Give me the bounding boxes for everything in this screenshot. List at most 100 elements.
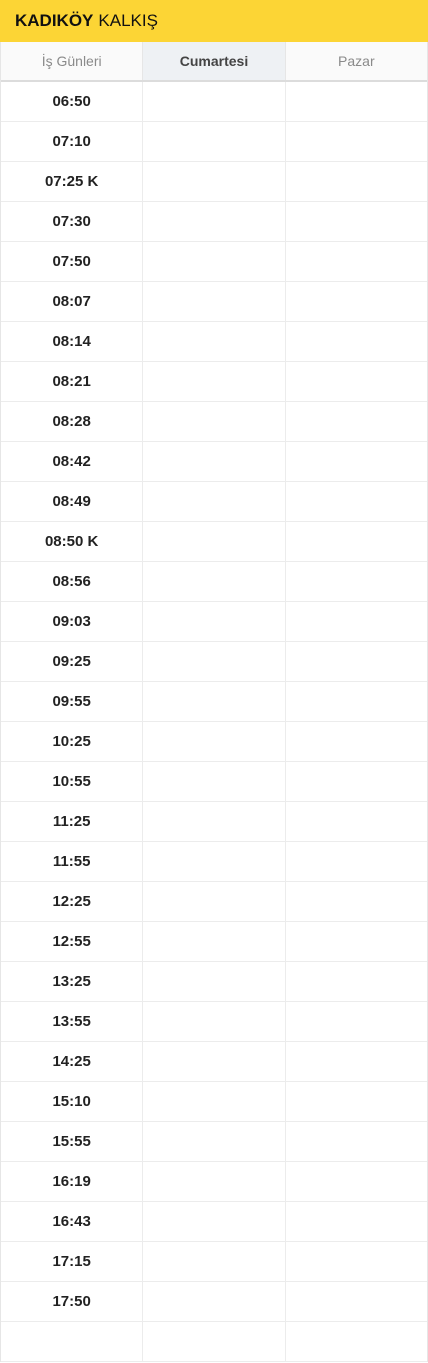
table-row: 13:25 — [1, 962, 427, 1002]
empty-cell — [143, 1282, 286, 1321]
departure-time: 08:49 — [1, 482, 144, 521]
table-row: 09:55 — [1, 682, 427, 722]
departure-time: 14:25 — [1, 1042, 144, 1081]
table-row: 09:25 — [1, 642, 427, 682]
table-row: 09:03 — [1, 602, 427, 642]
departure-time: 15:10 — [1, 1082, 144, 1121]
departure-time: 06:50 — [1, 82, 144, 121]
empty-cell — [143, 442, 286, 481]
empty-cell — [286, 1082, 427, 1121]
empty-cell — [286, 282, 427, 321]
departure-time: 10:25 — [1, 722, 144, 761]
day-tabs: İş Günleri Cumartesi Pazar — [1, 42, 427, 82]
table-row: 12:55 — [1, 922, 427, 962]
empty-cell — [143, 1002, 286, 1041]
empty-cell — [143, 682, 286, 721]
empty-cell — [286, 162, 427, 201]
tab-sunday[interactable]: Pazar — [285, 42, 427, 80]
departure-time: 09:55 — [1, 682, 144, 721]
tab-saturday[interactable]: Cumartesi — [143, 42, 286, 80]
empty-cell — [286, 1042, 427, 1081]
empty-cell — [286, 882, 427, 921]
departure-time: 11:55 — [1, 842, 144, 881]
empty-cell — [143, 82, 286, 121]
table-row: 08:28 — [1, 402, 427, 442]
departure-time: 08:42 — [1, 442, 144, 481]
schedule-table: İş Günleri Cumartesi Pazar 06:50 07:10 07:… — [0, 42, 428, 1362]
empty-cell — [286, 922, 427, 961]
table-row: 07:10 — [1, 122, 427, 162]
table-row: 08:14 — [1, 322, 427, 362]
table-row: 07:50 — [1, 242, 427, 282]
empty-cell — [286, 202, 427, 241]
table-row: 10:55 — [1, 762, 427, 802]
empty-cell — [286, 1202, 427, 1241]
departure-time: 07:30 — [1, 202, 144, 241]
empty-cell — [286, 1002, 427, 1041]
empty-cell — [143, 402, 286, 441]
table-row: 13:55 — [1, 1002, 427, 1042]
empty-cell — [143, 722, 286, 761]
empty-cell — [143, 1122, 286, 1161]
empty-cell — [286, 122, 427, 161]
table-row: 08:50 K — [1, 522, 427, 562]
empty-cell — [286, 842, 427, 881]
empty-cell — [286, 362, 427, 401]
empty-cell — [143, 1202, 286, 1241]
empty-cell — [143, 162, 286, 201]
empty-cell — [143, 922, 286, 961]
table-row: 12:25 — [1, 882, 427, 922]
departure-time: 15:55 — [1, 1122, 144, 1161]
table-row: 17:50 — [1, 1282, 427, 1322]
empty-cell — [286, 642, 427, 681]
empty-cell — [143, 482, 286, 521]
empty-cell — [143, 322, 286, 361]
empty-cell — [143, 122, 286, 161]
table-row: 14:25 — [1, 1042, 427, 1082]
empty-cell — [286, 722, 427, 761]
departure-time: 13:55 — [1, 1002, 144, 1041]
table-row: 16:43 — [1, 1202, 427, 1242]
empty-cell — [143, 802, 286, 841]
table-row: 08:56 — [1, 562, 427, 602]
table-row: 17:15 — [1, 1242, 427, 1282]
departure-time: 17:50 — [1, 1282, 144, 1321]
empty-cell — [286, 762, 427, 801]
empty-cell — [286, 442, 427, 481]
tab-weekdays[interactable]: İş Günleri — [1, 42, 144, 80]
empty-cell — [286, 602, 427, 641]
table-row: 07:30 — [1, 202, 427, 242]
empty-cell — [143, 762, 286, 801]
departure-time: 08:28 — [1, 402, 144, 441]
empty-cell — [143, 562, 286, 601]
departure-time: 16:19 — [1, 1162, 144, 1201]
empty-cell — [143, 882, 286, 921]
empty-cell — [143, 362, 286, 401]
empty-cell — [286, 482, 427, 521]
empty-cell — [286, 402, 427, 441]
empty-cell — [143, 962, 286, 1001]
empty-cell — [286, 1322, 427, 1361]
departure-time: 17:15 — [1, 1242, 144, 1281]
empty-cell — [143, 842, 286, 881]
departure-time: 08:21 — [1, 362, 144, 401]
table-row: 08:07 — [1, 282, 427, 322]
table-row: 11:55 — [1, 842, 427, 882]
empty-cell — [286, 82, 427, 121]
table-row: 08:42 — [1, 442, 427, 482]
empty-cell — [143, 1042, 286, 1081]
empty-cell — [286, 242, 427, 281]
departure-time: 08:50 K — [1, 522, 144, 561]
departure-time: 08:56 — [1, 562, 144, 601]
empty-cell — [286, 522, 427, 561]
header-station: KADIKÖY — [15, 11, 94, 30]
empty-cell — [143, 1322, 286, 1361]
empty-cell — [143, 642, 286, 681]
empty-cell — [143, 1162, 286, 1201]
departure-time: 16:43 — [1, 1202, 144, 1241]
header-direction: KALKIŞ — [98, 11, 158, 30]
empty-cell — [143, 242, 286, 281]
departure-time: 13:25 — [1, 962, 144, 1001]
table-row: 15:55 — [1, 1122, 427, 1162]
empty-cell — [286, 562, 427, 601]
